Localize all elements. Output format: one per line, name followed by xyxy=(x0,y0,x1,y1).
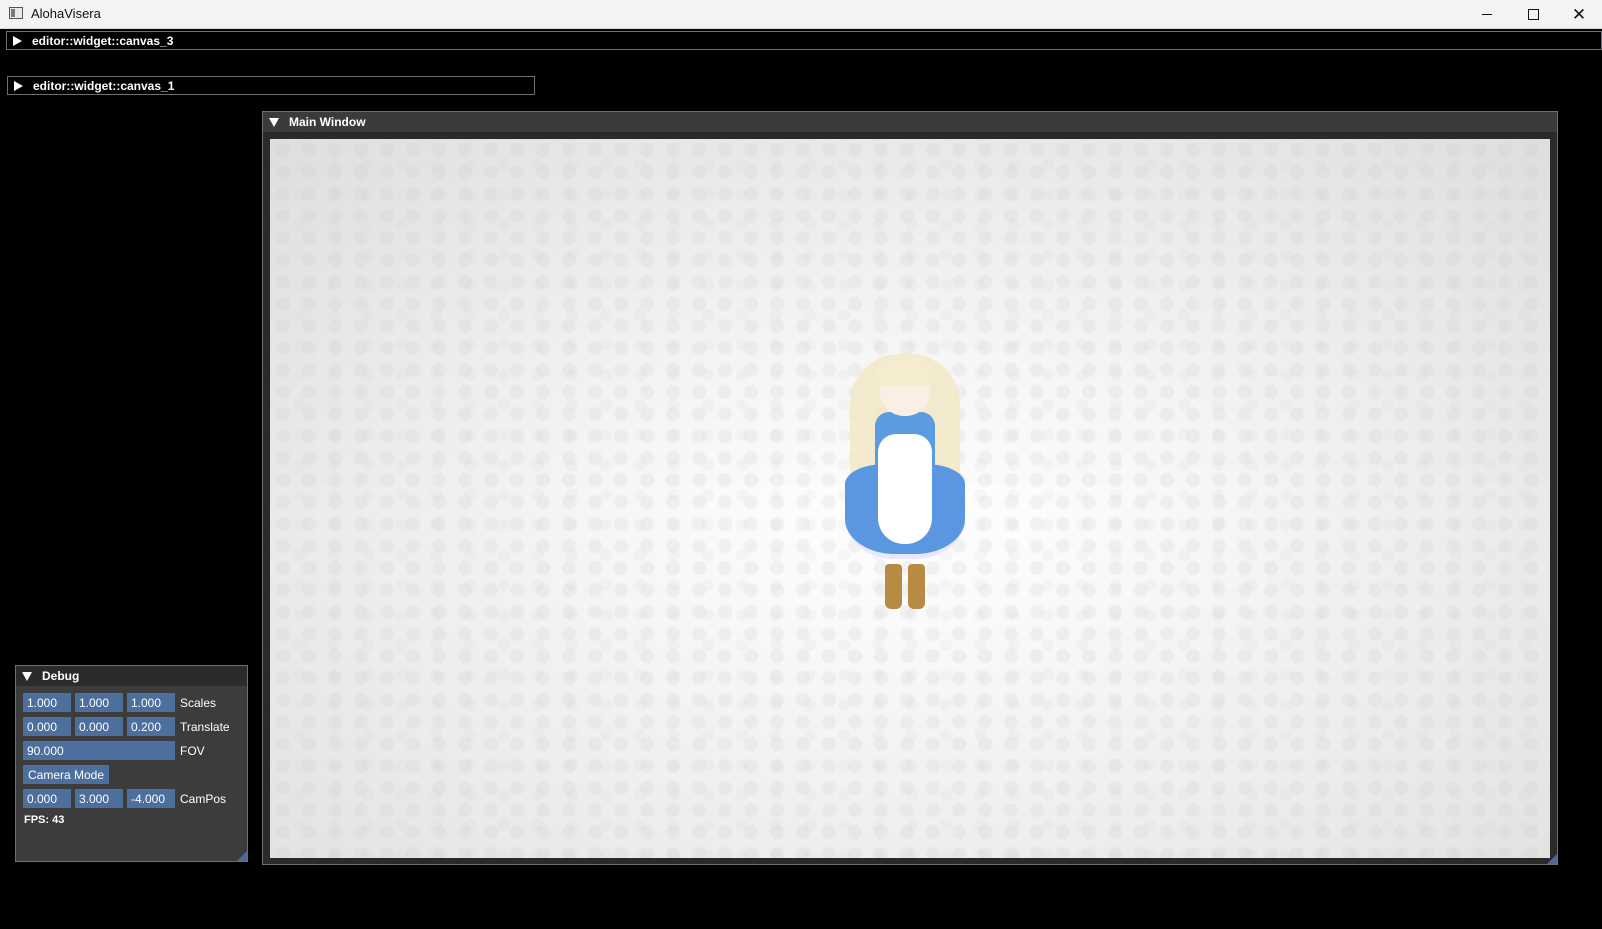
main-window: Main Window xyxy=(262,111,1558,865)
scales-row: 1.000 1.000 1.000 Scales xyxy=(23,693,216,712)
expand-arrow-icon xyxy=(13,35,22,46)
render-viewport[interactable] xyxy=(270,139,1550,858)
canvas-1-title: editor::widget::canvas_1 xyxy=(33,78,175,93)
fov-row: 90.000 FOV xyxy=(23,741,205,760)
canvas-3-header[interactable]: editor::widget::canvas_3 xyxy=(6,31,1602,50)
main-window-title-bar[interactable]: Main Window xyxy=(263,112,1557,132)
camera-mode-button[interactable]: Camera Mode xyxy=(23,765,110,784)
fps-readout: FPS: 43 xyxy=(24,814,65,826)
maximize-icon xyxy=(1527,8,1539,20)
minimize-button[interactable] xyxy=(1464,0,1510,28)
translate-label: Translate xyxy=(180,719,230,734)
campos-x-input[interactable]: 0.000 xyxy=(23,789,71,808)
translate-x-input[interactable]: 0.000 xyxy=(23,717,71,736)
expand-arrow-icon xyxy=(14,80,23,91)
maximize-button[interactable] xyxy=(1510,0,1556,28)
fov-label: FOV xyxy=(180,743,205,758)
resize-grip-icon[interactable] xyxy=(1547,854,1557,864)
debug-title-bar[interactable]: Debug xyxy=(16,666,247,686)
character-right-boot xyxy=(908,564,925,609)
minimize-icon xyxy=(1482,13,1492,15)
character-apron xyxy=(878,434,932,544)
scales-z-input[interactable]: 1.000 xyxy=(127,693,175,712)
resize-grip-icon[interactable] xyxy=(237,851,247,861)
collapse-arrow-icon[interactable] xyxy=(22,671,32,681)
camera-mode-row: Camera Mode xyxy=(23,765,110,784)
app-icon xyxy=(9,7,23,19)
scales-x-input[interactable]: 1.000 xyxy=(23,693,71,712)
translate-y-input[interactable]: 0.000 xyxy=(75,717,123,736)
campos-row: 0.000 3.000 -4.000 CamPos xyxy=(23,789,226,808)
character-left-boot xyxy=(885,564,902,609)
campos-y-input[interactable]: 3.000 xyxy=(75,789,123,808)
campos-z-input[interactable]: -4.000 xyxy=(127,789,175,808)
scales-y-input[interactable]: 1.000 xyxy=(75,693,123,712)
scales-label: Scales xyxy=(180,695,217,710)
character-bangs xyxy=(875,356,935,386)
debug-window: Debug 1.000 1.000 1.000 Scales 0.000 0.0… xyxy=(15,665,248,862)
main-window-title: Main Window xyxy=(289,115,366,129)
debug-title: Debug xyxy=(42,669,80,683)
window-title: AlohaVisera xyxy=(31,6,101,21)
os-title-bar: AlohaVisera ✕ xyxy=(0,0,1602,29)
canvas-1-header[interactable]: editor::widget::canvas_1 xyxy=(7,76,535,95)
collapse-arrow-icon[interactable] xyxy=(269,117,279,127)
translate-row: 0.000 0.000 0.200 Translate xyxy=(23,717,230,736)
close-icon: ✕ xyxy=(1571,4,1587,24)
fov-slider[interactable]: 90.000 xyxy=(23,741,175,760)
anime-character-model xyxy=(830,344,980,644)
close-button[interactable]: ✕ xyxy=(1556,0,1602,28)
translate-z-input[interactable]: 0.200 xyxy=(127,717,175,736)
campos-label: CamPos xyxy=(180,791,227,806)
canvas-3-title: editor::widget::canvas_3 xyxy=(32,33,174,48)
